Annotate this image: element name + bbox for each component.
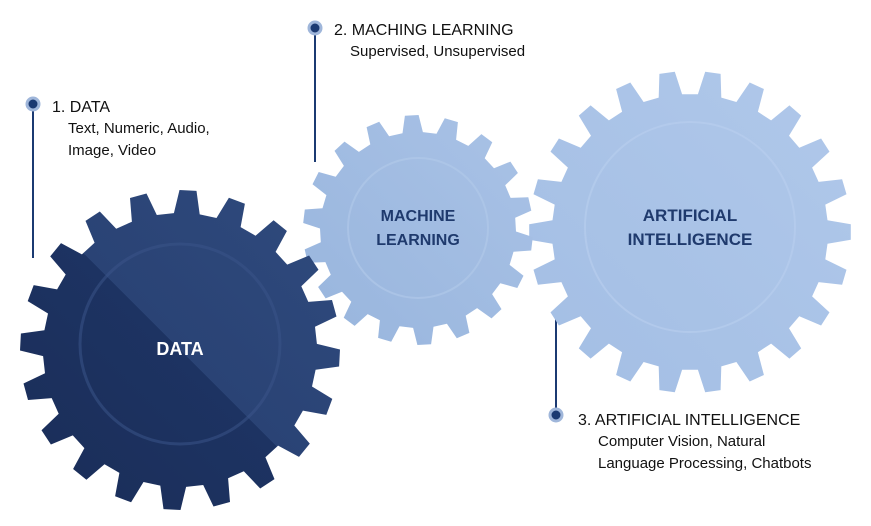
- callout-marker-ai: [548, 407, 564, 423]
- callout-marker-ml: [307, 20, 323, 36]
- gear-ml: MACHINE LEARNING: [303, 115, 533, 345]
- callout-data: 1. DATA Text, Numeric, Audio, Image, Vid…: [52, 98, 258, 162]
- callout-ai-heading: 3. ARTIFICIAL INTELLIGENCE: [578, 412, 801, 429]
- callout-ml: 2. MACHING LEARNING Supervised, Unsuperv…: [334, 21, 525, 63]
- gear-ml-body: [303, 115, 533, 345]
- gear-data-label: DATA: [156, 339, 203, 359]
- gear-data: DATA: [20, 190, 340, 510]
- callout-ml-items: Supervised, Unsupervised: [350, 43, 526, 60]
- gear-ml-label-line2: LEARNING: [376, 232, 460, 249]
- gear-ai: ARTIFICIAL INTELLIGENCE: [529, 71, 851, 393]
- gear-ml-label-line1: MACHINE: [381, 208, 456, 225]
- callout-marker-data: [25, 96, 41, 112]
- callout-ai: 3. ARTIFICIAL INTELLIGENCE Computer Visi…: [578, 411, 818, 475]
- callout-data-items: Text, Numeric, Audio, Image, Video: [68, 120, 210, 159]
- callout-data-heading: 1. DATA: [52, 99, 111, 116]
- gear-ai-label-line1: ARTIFICIAL: [643, 206, 737, 225]
- callout-ai-items: Computer Vision, Natural Language Proces…: [598, 433, 812, 472]
- callout-ml-heading: 2. MACHING LEARNING: [334, 22, 514, 39]
- gear-ai-label-line2: INTELLIGENCE: [628, 230, 753, 249]
